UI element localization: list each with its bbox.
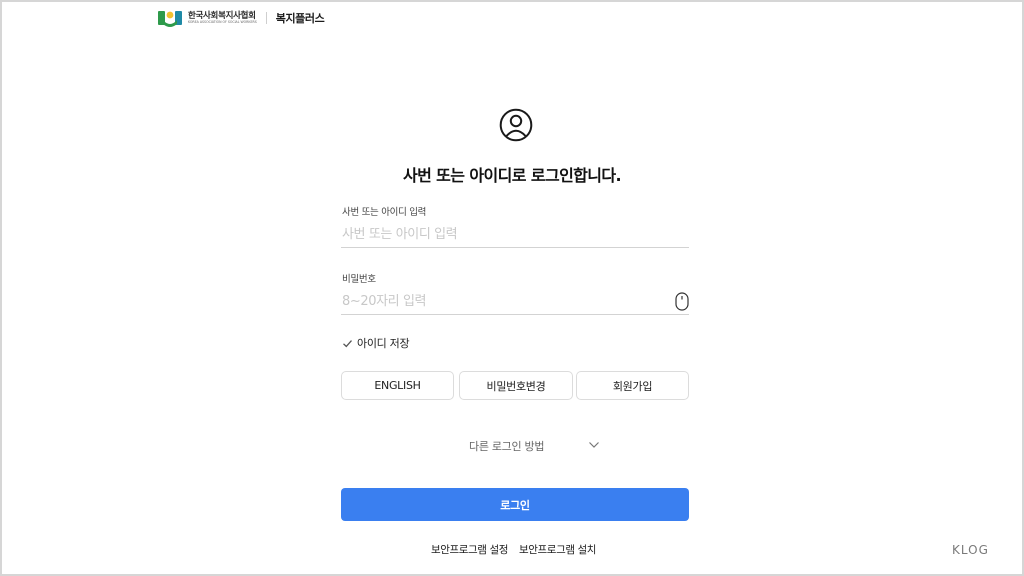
check-icon xyxy=(343,339,352,347)
watermark: KLOG xyxy=(952,543,989,557)
logo-mark-icon xyxy=(158,11,182,27)
english-button[interactable]: ENGLISH xyxy=(341,371,454,400)
user-circle-icon xyxy=(499,108,533,142)
other-login-label: 다른 로그인 방법 xyxy=(469,440,545,453)
logo-org: 한국사회복지사협회 KOREA ASSOCIATION OF SOCIAL WO… xyxy=(188,12,257,25)
signup-button[interactable]: 회원가입 xyxy=(576,371,689,400)
id-field-label: 사번 또는 아이디 입력 xyxy=(342,207,427,218)
site-header: 한국사회복지사협회 KOREA ASSOCIATION OF SOCIAL WO… xyxy=(158,8,325,28)
page-title: 사번 또는 아이디로 로그인합니다. xyxy=(402,166,622,185)
save-id-label: 아이디 저장 xyxy=(357,337,410,350)
change-password-button[interactable]: 비밀번호변경 xyxy=(459,371,573,400)
logo-divider xyxy=(265,12,267,24)
mouse-icon[interactable] xyxy=(675,292,689,311)
login-button[interactable]: 로그인 xyxy=(341,488,689,521)
password-field-label: 비밀번호 xyxy=(342,274,376,285)
org-name-en: KOREA ASSOCIATION OF SOCIAL WORKERS xyxy=(188,20,257,25)
chevron-down-icon xyxy=(589,442,599,448)
other-login-toggle[interactable]: 다른 로그인 방법 xyxy=(341,436,689,456)
security-settings-link[interactable]: 보안프로그램 설정 xyxy=(431,542,508,557)
password-input[interactable] xyxy=(341,289,689,315)
id-input[interactable] xyxy=(341,222,689,248)
save-id-checkbox[interactable]: 아이디 저장 xyxy=(342,335,410,351)
org-name: 한국사회복지사협회 xyxy=(188,10,256,21)
footer-links: 보안프로그램 설정 보안프로그램 설치 xyxy=(431,542,596,557)
service-name: 복지플러스 xyxy=(275,12,325,25)
security-install-link[interactable]: 보안프로그램 설치 xyxy=(519,542,596,557)
